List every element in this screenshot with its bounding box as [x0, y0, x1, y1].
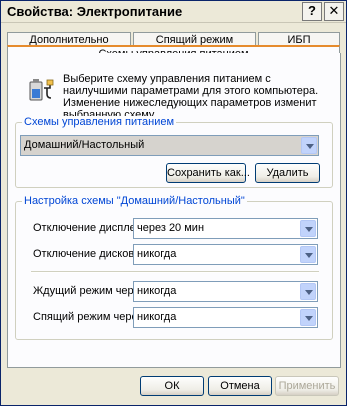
hibernate-value: никогда — [137, 311, 177, 323]
chevron-down-icon[interactable] — [300, 309, 316, 326]
display-off-dropdown[interactable]: через 20 мин — [133, 218, 318, 239]
disks-off-dropdown[interactable]: никогда — [133, 244, 318, 265]
help-button[interactable]: ? — [302, 2, 322, 21]
window-title: Свойства: Электропитание — [7, 4, 183, 19]
delete-button[interactable]: Удалить — [255, 163, 320, 183]
power-scheme-value: Домашний/Настольный — [24, 139, 145, 151]
disks-off-value: никогда — [137, 248, 177, 260]
cancel-button[interactable]: Отмена — [208, 376, 272, 396]
disks-off-label: Отключение дисков: — [33, 248, 138, 260]
power-options-dialog: Свойства: Электропитание ? ✕ Дополнитель… — [0, 0, 347, 406]
standby-label: Ждущий режим через: — [33, 285, 148, 297]
apply-button[interactable]: Применить — [275, 376, 339, 396]
tab-strip: Дополнительно Спящий режим ИБП Схемы упр… — [7, 32, 341, 65]
power-scheme-icon — [29, 79, 54, 101]
title-bar[interactable]: Свойства: Электропитание ? ✕ — [1, 1, 346, 23]
settings-divider — [31, 271, 319, 273]
display-off-label: Отключение дисплея: — [33, 222, 145, 234]
power-scheme-dropdown[interactable]: Домашний/Настольный — [20, 135, 319, 156]
power-schemes-legend: Схемы управления питанием — [22, 116, 177, 128]
chevron-down-icon[interactable] — [300, 283, 316, 300]
close-button[interactable]: ✕ — [324, 2, 344, 21]
standby-dropdown[interactable]: никогда — [133, 281, 318, 302]
scheme-settings-legend: Настройка схемы "Домашний/Настольный" — [22, 195, 247, 207]
save-as-button[interactable]: Сохранить как... — [166, 163, 250, 183]
display-off-value: через 20 мин — [137, 222, 205, 234]
chevron-down-icon[interactable] — [301, 137, 317, 154]
intro-text: Выберите схему управления питанием с наи… — [63, 73, 319, 121]
chevron-down-icon[interactable] — [300, 220, 316, 237]
hibernate-label: Спящий режим через: — [33, 311, 146, 323]
chevron-down-icon[interactable] — [300, 246, 316, 263]
standby-value: никогда — [137, 285, 177, 297]
hibernate-dropdown[interactable]: никогда — [133, 307, 318, 328]
ok-button[interactable]: ОК — [140, 376, 204, 396]
